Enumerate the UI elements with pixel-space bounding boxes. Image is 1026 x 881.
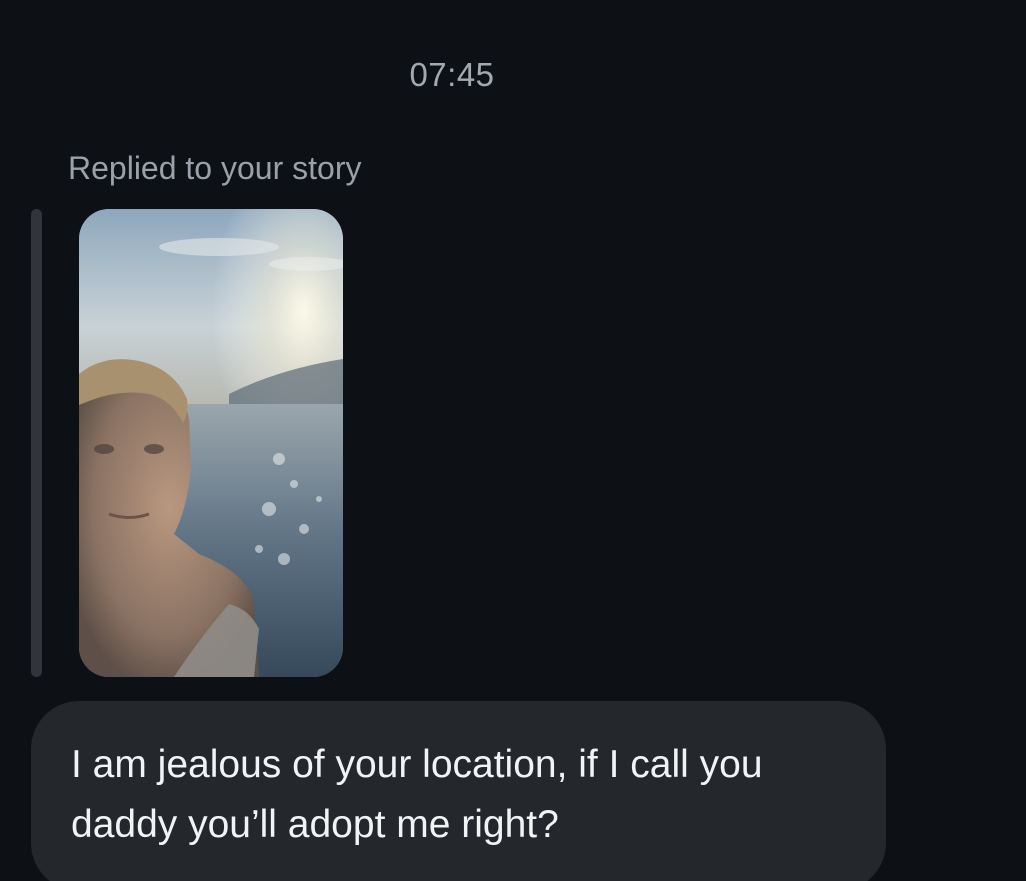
story-photo-image — [79, 209, 343, 677]
story-reply-label: Replied to your story — [68, 150, 362, 186]
reply-indicator-bar — [31, 209, 42, 677]
message-timestamp: 07:45 — [409, 56, 495, 93]
chat-screen: 07:45 Replied to your story I am jealous… — [0, 0, 1026, 881]
message-text: I am jealous of your location, if I call… — [71, 743, 763, 846]
story-thumbnail[interactable] — [79, 209, 343, 677]
message-bubble[interactable]: I am jealous of your location, if I call… — [31, 701, 886, 881]
